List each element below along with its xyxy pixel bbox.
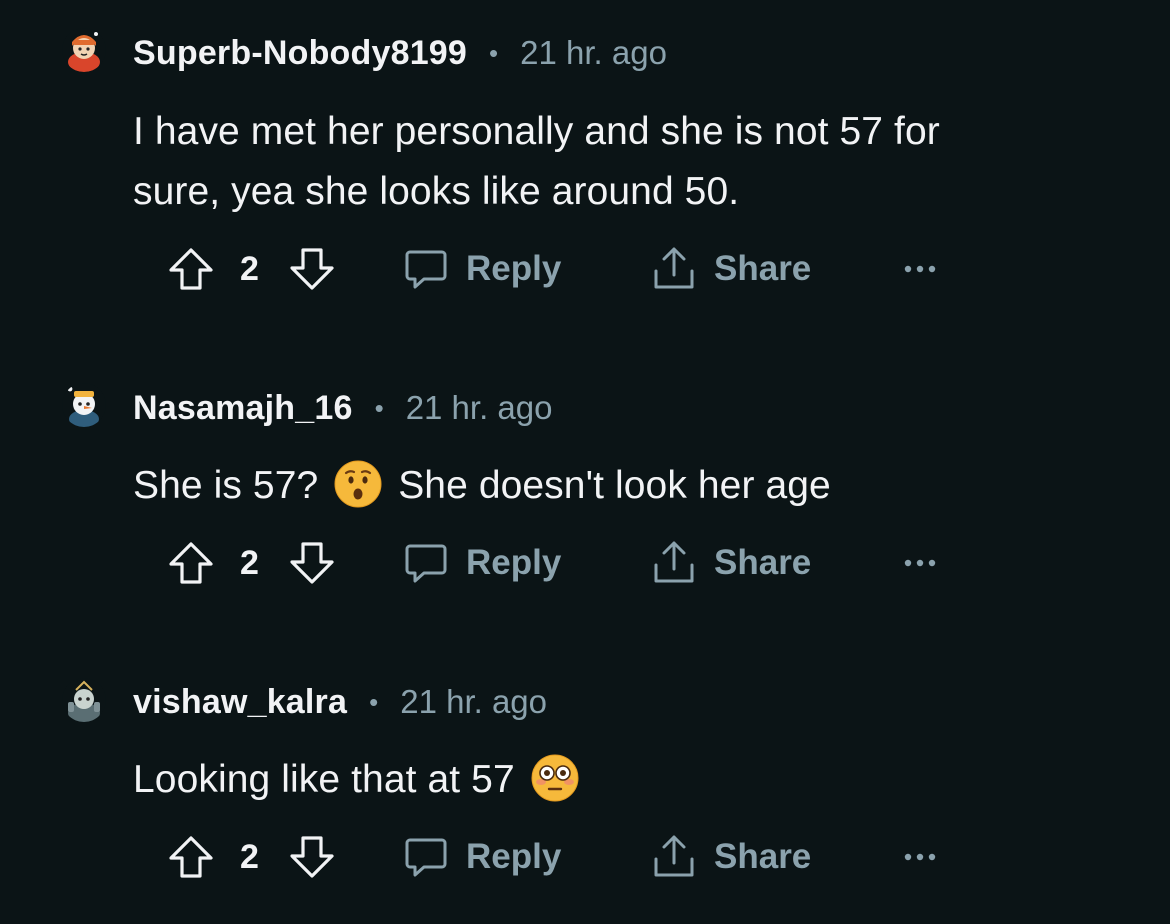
avatar[interactable] [62, 383, 106, 427]
timestamp[interactable]: 21 hr. ago [400, 683, 547, 721]
share-icon [654, 835, 694, 877]
comment-body: I have met her personally and she is not… [133, 102, 1093, 222]
share-icon [654, 247, 694, 289]
user-avatar-icon [62, 383, 106, 427]
ellipsis-icon [904, 853, 936, 861]
share-label: Share [714, 249, 812, 288]
separator-dot: • [374, 392, 384, 423]
chat-bubble-icon [405, 544, 447, 583]
chat-bubble-icon [405, 250, 447, 289]
user-avatar-icon [62, 678, 106, 722]
ellipsis-icon [904, 559, 936, 567]
username[interactable]: vishaw_kalra [133, 683, 347, 722]
comment-body: Looking like that at 57 [133, 750, 1093, 810]
comment-meta: Nasamajh_16 • 21 hr. ago [133, 386, 552, 430]
vote-count: 2 [240, 250, 259, 288]
share-icon [654, 541, 694, 583]
username[interactable]: Nasamajh_16 [133, 389, 353, 428]
downvote-arrow-icon [290, 836, 334, 878]
reply-label: Reply [466, 543, 562, 582]
reply-button[interactable]: Reply [402, 827, 561, 887]
upvote-button[interactable] [167, 239, 215, 299]
reply-button[interactable]: Reply [402, 239, 561, 299]
ellipsis-icon [904, 265, 936, 273]
downvote-arrow-icon [290, 248, 334, 290]
separator-dot: • [369, 686, 379, 717]
upvote-button[interactable] [167, 533, 215, 593]
comment-body-line: sure, yea she looks like around 50. [133, 170, 740, 213]
downvote-button[interactable] [288, 827, 336, 887]
comment-body: She is 57? She doesn't look her age [133, 456, 1093, 516]
flushed-face-emoji-icon [531, 754, 579, 802]
hushed-face-emoji-icon [334, 460, 382, 508]
separator-dot: • [489, 37, 499, 68]
downvote-arrow-icon [290, 542, 334, 584]
timestamp[interactable]: 21 hr. ago [406, 389, 553, 427]
more-options-button[interactable] [903, 239, 937, 299]
comment-body-text: She doesn't look her age [398, 464, 831, 507]
upvote-arrow-icon [169, 542, 213, 584]
share-button[interactable]: Share [650, 827, 811, 887]
share-label: Share [714, 543, 812, 582]
reply-button[interactable]: Reply [402, 533, 561, 593]
upvote-button[interactable] [167, 827, 215, 887]
username[interactable]: Superb-Nobody8199 [133, 34, 467, 73]
comment-body-text: She is 57? [133, 464, 319, 507]
share-button[interactable]: Share [650, 533, 811, 593]
downvote-button[interactable] [288, 533, 336, 593]
user-avatar-icon [62, 28, 106, 72]
comment-body-line: I have met her personally and she is not… [133, 110, 940, 153]
more-options-button[interactable] [903, 827, 937, 887]
downvote-button[interactable] [288, 239, 336, 299]
avatar[interactable] [62, 678, 106, 722]
comment-body-text: Looking like that at 57 [133, 758, 515, 801]
comment-actions: 2 Reply Share [0, 533, 1170, 593]
comment-meta: vishaw_kalra • 21 hr. ago [133, 680, 547, 724]
upvote-arrow-icon [169, 248, 213, 290]
comment-meta: Superb-Nobody8199 • 21 hr. ago [133, 31, 667, 75]
comment-actions: 2 Reply Share [0, 827, 1170, 887]
vote-count: 2 [240, 838, 259, 876]
chat-bubble-icon [405, 838, 447, 877]
reply-label: Reply [466, 249, 562, 288]
share-label: Share [714, 837, 812, 876]
upvote-arrow-icon [169, 836, 213, 878]
more-options-button[interactable] [903, 533, 937, 593]
share-button[interactable]: Share [650, 239, 811, 299]
timestamp[interactable]: 21 hr. ago [520, 34, 667, 72]
avatar[interactable] [62, 28, 106, 72]
vote-count: 2 [240, 544, 259, 582]
comment-actions: 2 Reply Share [0, 239, 1170, 299]
reply-label: Reply [466, 837, 562, 876]
